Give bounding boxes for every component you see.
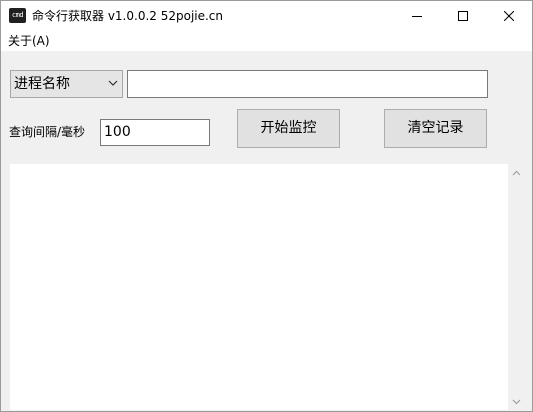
close-button[interactable] bbox=[486, 1, 532, 31]
log-textarea[interactable] bbox=[10, 164, 525, 410]
window-title: 命令行获取器 v1.0.0.2 52pojie.cn bbox=[32, 9, 224, 23]
scroll-down-arrow-icon bbox=[512, 399, 521, 404]
scroll-up-arrow-icon bbox=[512, 170, 521, 175]
log-scrollbar[interactable] bbox=[508, 164, 525, 410]
chevron-down-icon bbox=[108, 80, 118, 86]
app-window: cmd 命令行获取器 v1.0.0.2 52pojie.cn 关于(A) 进程名… bbox=[0, 0, 533, 412]
start-monitor-button[interactable]: 开始监控 bbox=[237, 109, 340, 148]
maximize-button[interactable] bbox=[440, 1, 486, 31]
scroll-down-button[interactable] bbox=[508, 393, 525, 410]
minimize-icon bbox=[412, 16, 422, 17]
clear-log-button[interactable]: 清空记录 bbox=[384, 109, 487, 148]
minimize-button[interactable] bbox=[394, 1, 440, 31]
process-name-input[interactable] bbox=[127, 70, 488, 98]
close-icon bbox=[504, 11, 514, 21]
search-type-dropdown[interactable]: 进程名称 bbox=[10, 70, 123, 98]
interval-label: 查询间隔/毫秒 bbox=[9, 125, 86, 139]
menu-about[interactable]: 关于(A) bbox=[8, 33, 50, 49]
menu-bar: 关于(A) bbox=[1, 31, 532, 51]
dropdown-selected-value: 进程名称 bbox=[14, 76, 70, 92]
interval-input[interactable]: 100 bbox=[100, 119, 210, 146]
cmd-icon: cmd bbox=[9, 8, 26, 23]
maximize-icon bbox=[458, 11, 468, 21]
title-bar: cmd 命令行获取器 v1.0.0.2 52pojie.cn bbox=[1, 1, 532, 31]
scroll-up-button[interactable] bbox=[508, 164, 525, 181]
